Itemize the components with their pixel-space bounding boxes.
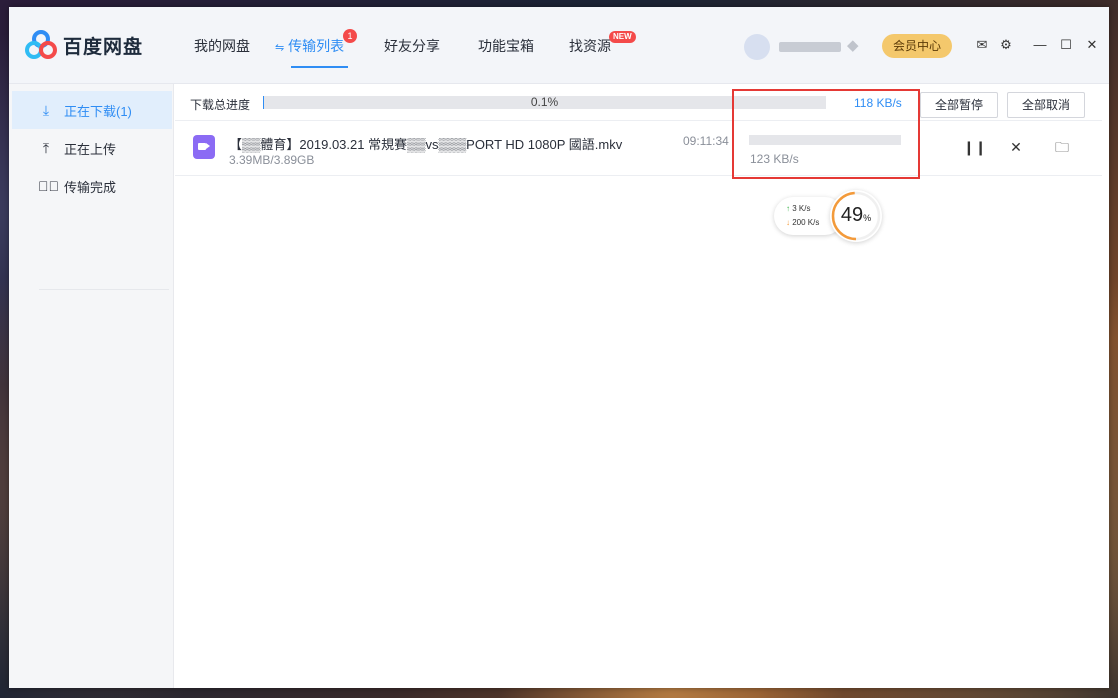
transfer-icon: ⇋	[275, 42, 285, 54]
sidebar-divider	[39, 289, 169, 290]
usage-gauge: 49%	[830, 190, 882, 242]
minimize-icon[interactable]: —	[1033, 38, 1047, 52]
app-name: 百度网盘	[63, 36, 144, 58]
sidebar-item-label: 传输完成	[64, 179, 117, 195]
video-file-icon	[193, 135, 215, 159]
sidebar-item-label: 正在上传	[64, 141, 117, 157]
vip-center-button[interactable]: 会员中心	[882, 34, 952, 58]
sidebar-item-label: 正在下载(1)	[64, 103, 132, 119]
tab-my-netdisk[interactable]: 我的网盘	[194, 36, 250, 56]
transfer-count-badge: 1	[343, 29, 357, 43]
total-progress-percent: 0.1%	[530, 95, 559, 109]
row-divider	[175, 175, 1102, 176]
folder-icon[interactable]: 🗀	[1054, 139, 1070, 155]
time-remaining: 09:11:34	[683, 134, 729, 148]
tab-toolbox[interactable]: 功能宝箱	[478, 36, 534, 56]
total-speed: 118 KB/s	[854, 96, 902, 110]
pause-all-button[interactable]: 全部暂停	[920, 92, 998, 118]
total-progress-bar: 0.1%	[263, 96, 826, 109]
download-icon: ⤓	[42, 101, 50, 118]
floating-speed-widget[interactable]: ↑ 3 K/s ↓ 200 K/s 49%	[774, 190, 884, 242]
sidebar-item-completed[interactable]: ✓⃝ 传输完成	[12, 167, 172, 205]
tab-find-resources[interactable]: 找资源	[569, 36, 611, 56]
item-progress-bar	[749, 135, 901, 145]
gauge-percent: 49%	[830, 204, 882, 227]
header-divider	[175, 120, 1102, 121]
vip-diamond-icon: ◆	[847, 37, 859, 54]
sidebar-item-uploading[interactable]: ⤒ 正在上传	[12, 129, 172, 167]
close-icon[interactable]: ✕	[1085, 38, 1099, 52]
file-size: 3.39MB/3.89GB	[229, 153, 315, 167]
total-progress-label: 下载总进度	[190, 98, 251, 112]
item-speed: 123 KB/s	[750, 152, 799, 166]
download-speed: ↓ 200 K/s	[786, 218, 819, 227]
upload-speed: ↑ 3 K/s	[786, 204, 810, 213]
gauge-percent-unit: %	[863, 213, 872, 223]
sidebar-item-downloading[interactable]: ⤓ 正在下载(1)	[12, 91, 172, 129]
baidu-netdisk-window: 百度网盘 我的网盘 ⇋ 传输列表 1 好友分享 功能宝箱 找资源 NEW ◆ 会…	[9, 7, 1109, 688]
gauge-percent-value: 49	[840, 204, 864, 226]
cloud-logo-icon	[25, 30, 57, 59]
file-name: 【▒▒體育】2019.03.21 常規賽▒▒vs▒▒▒PORT HD 1080P…	[229, 137, 623, 152]
arrow-down-icon: ↓	[786, 218, 790, 227]
mail-icon[interactable]: ✉	[975, 38, 989, 52]
sidebar: ⤓ 正在下载(1) ⤒ 正在上传 ✓⃝ 传输完成	[9, 84, 174, 688]
cancel-icon[interactable]: ✕	[1008, 139, 1024, 155]
arrow-up-icon: ↑	[786, 204, 790, 213]
avatar[interactable]	[744, 34, 770, 60]
username-redacted[interactable]	[779, 42, 841, 52]
tab-transfer-list[interactable]: ⇋ 传输列表	[275, 36, 344, 56]
maximize-icon[interactable]: ☐	[1059, 38, 1073, 52]
tab-friend-share[interactable]: 好友分享	[384, 36, 440, 56]
new-badge: NEW	[609, 31, 636, 43]
cancel-all-button[interactable]: 全部取消	[1007, 92, 1085, 118]
check-circle-icon: ✓⃝	[38, 178, 59, 194]
active-tab-underline	[291, 66, 348, 68]
tab-transfer-list-label: 传输列表	[288, 38, 345, 54]
download-speed-value: 200 K/s	[792, 218, 820, 227]
upload-icon: ⤒	[42, 139, 50, 156]
upload-speed-value: 3 K/s	[792, 204, 811, 213]
app-logo: 百度网盘	[25, 29, 143, 61]
title-bar: 百度网盘 我的网盘 ⇋ 传输列表 1 好友分享 功能宝箱 找资源 NEW ◆ 会…	[9, 7, 1109, 84]
gear-icon[interactable]: ⚙	[999, 38, 1013, 52]
pause-icon[interactable]: ❙❙	[963, 139, 986, 155]
